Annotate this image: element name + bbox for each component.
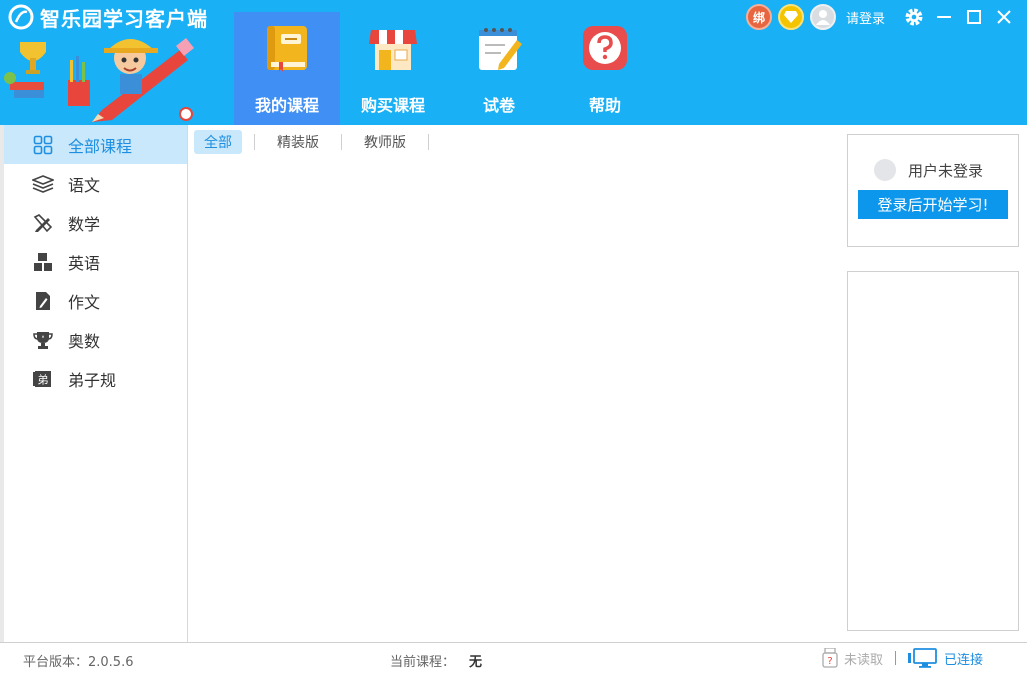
filter-divider: [254, 134, 255, 150]
filter-divider: [341, 134, 342, 150]
bind-badge-text: 绑: [752, 10, 765, 25]
filter-bar: 全部 精装版 教师版: [194, 130, 441, 154]
sidebar-item-label: 语文: [68, 175, 101, 195]
status-bar: 平台版本：2.0.5.6 当前课程： 无 ? 未读取 已连接: [0, 642, 1027, 673]
sidebar-item-label: 作文: [68, 292, 101, 312]
current-course-label: 当前课程：: [390, 655, 456, 670]
vip-badge-icon[interactable]: [777, 4, 804, 30]
app-logo-icon: [8, 4, 34, 30]
scroll-icon: 弟: [32, 368, 54, 390]
app-title: 智乐园学习客户端: [8, 2, 208, 32]
header: 智乐园学习客户端 我的课程 购买课程 试卷 帮助 绑 请登录: [0, 0, 1027, 125]
user-avatar-placeholder-icon: [874, 159, 896, 181]
sidebar-item-olympiad-math[interactable]: 奥数: [4, 320, 187, 359]
tab-exams-label: 试卷: [482, 96, 515, 115]
bind-badge-icon[interactable]: 绑: [745, 4, 772, 30]
minimize-button[interactable]: [929, 3, 959, 31]
trophy-icon: [32, 329, 54, 351]
tab-my-courses-label: 我的课程: [254, 96, 319, 115]
notepad-icon: [479, 28, 522, 70]
sidebar-item-label: 奥数: [68, 331, 101, 351]
usb-key-icon: ?: [822, 648, 838, 668]
card-reader-status-text: 未读取: [844, 652, 884, 668]
maximize-icon: [967, 10, 981, 24]
question-icon: [583, 26, 627, 70]
scroll-icon-glyph: 弟: [38, 373, 49, 386]
abc-blocks-icon: [32, 251, 54, 273]
login-link[interactable]: 请登录: [846, 8, 885, 27]
connection-status: 已连接: [908, 648, 983, 668]
current-course-value: 无: [469, 655, 483, 670]
login-status: 用户未登录: [874, 159, 983, 181]
login-status-text: 用户未登录: [908, 161, 984, 180]
gear-icon: [905, 8, 923, 26]
sidebar-item-dizigui[interactable]: 弟 弟子规: [4, 359, 187, 398]
pencil-ruler-icon: [32, 212, 54, 234]
grid-icon: [32, 134, 54, 156]
sidebar-item-label: 全部课程: [68, 136, 133, 156]
tab-help-label: 帮助: [588, 96, 621, 115]
sidebar-item-chinese[interactable]: 语文: [4, 164, 187, 203]
card-reader-status: ? 未读取: [822, 648, 883, 668]
settings-button[interactable]: [899, 3, 929, 31]
diamond-icon: [783, 11, 798, 23]
side-panel: [847, 271, 1019, 631]
shop-icon: [369, 30, 417, 70]
platform-version: 平台版本：2.0.5.6: [23, 655, 134, 670]
filter-all[interactable]: 全部: [194, 130, 242, 154]
close-button[interactable]: [989, 3, 1019, 31]
svg-text:?: ?: [827, 656, 832, 667]
sidebar-item-all-courses[interactable]: 全部课程: [4, 125, 187, 164]
filter-deluxe[interactable]: 精装版: [267, 130, 329, 154]
mascot-illustration: [4, 38, 194, 122]
window-controls: 绑 请登录: [745, 3, 1019, 31]
sidebar-item-label: 弟子规: [68, 370, 117, 390]
person-icon: [815, 10, 830, 25]
close-icon: [997, 10, 1011, 24]
sidebar-item-english[interactable]: 英语: [4, 242, 187, 281]
tab-buy-courses-label: 购买课程: [360, 96, 425, 115]
category-sidebar: 全部课程 语文 数学 英语 作文 奥数 弟 弟子规: [4, 125, 188, 642]
tab-help[interactable]: 帮助: [552, 12, 658, 125]
filter-teacher[interactable]: 教师版: [354, 130, 416, 154]
current-course: 当前课程： 无: [390, 651, 482, 670]
book-icon: [267, 26, 307, 72]
maximize-button[interactable]: [959, 3, 989, 31]
status-divider: [895, 651, 897, 665]
tab-exams[interactable]: 试卷: [446, 12, 552, 125]
filter-divider: [428, 134, 429, 150]
tab-my-courses[interactable]: 我的课程: [234, 12, 340, 125]
books-stack-icon: [32, 173, 54, 195]
connection-status-text: 已连接: [944, 652, 984, 668]
sidebar-item-math[interactable]: 数学: [4, 203, 187, 242]
user-avatar-icon[interactable]: [809, 4, 836, 30]
tab-buy-courses[interactable]: 购买课程: [340, 12, 446, 125]
device-status: ? 未读取 已连接: [822, 648, 983, 668]
app-title-text: 智乐园学习客户端: [40, 6, 208, 31]
minimize-icon: [937, 16, 951, 18]
sidebar-item-label: 数学: [68, 214, 101, 234]
sidebar-item-composition[interactable]: 作文: [4, 281, 187, 320]
monitor-connected-icon: [908, 648, 937, 668]
login-card: 用户未登录 登录后开始学习!: [847, 134, 1019, 247]
pen-document-icon: [32, 290, 54, 312]
login-to-start-button[interactable]: 登录后开始学习!: [858, 190, 1008, 219]
sidebar-item-label: 英语: [68, 253, 101, 273]
